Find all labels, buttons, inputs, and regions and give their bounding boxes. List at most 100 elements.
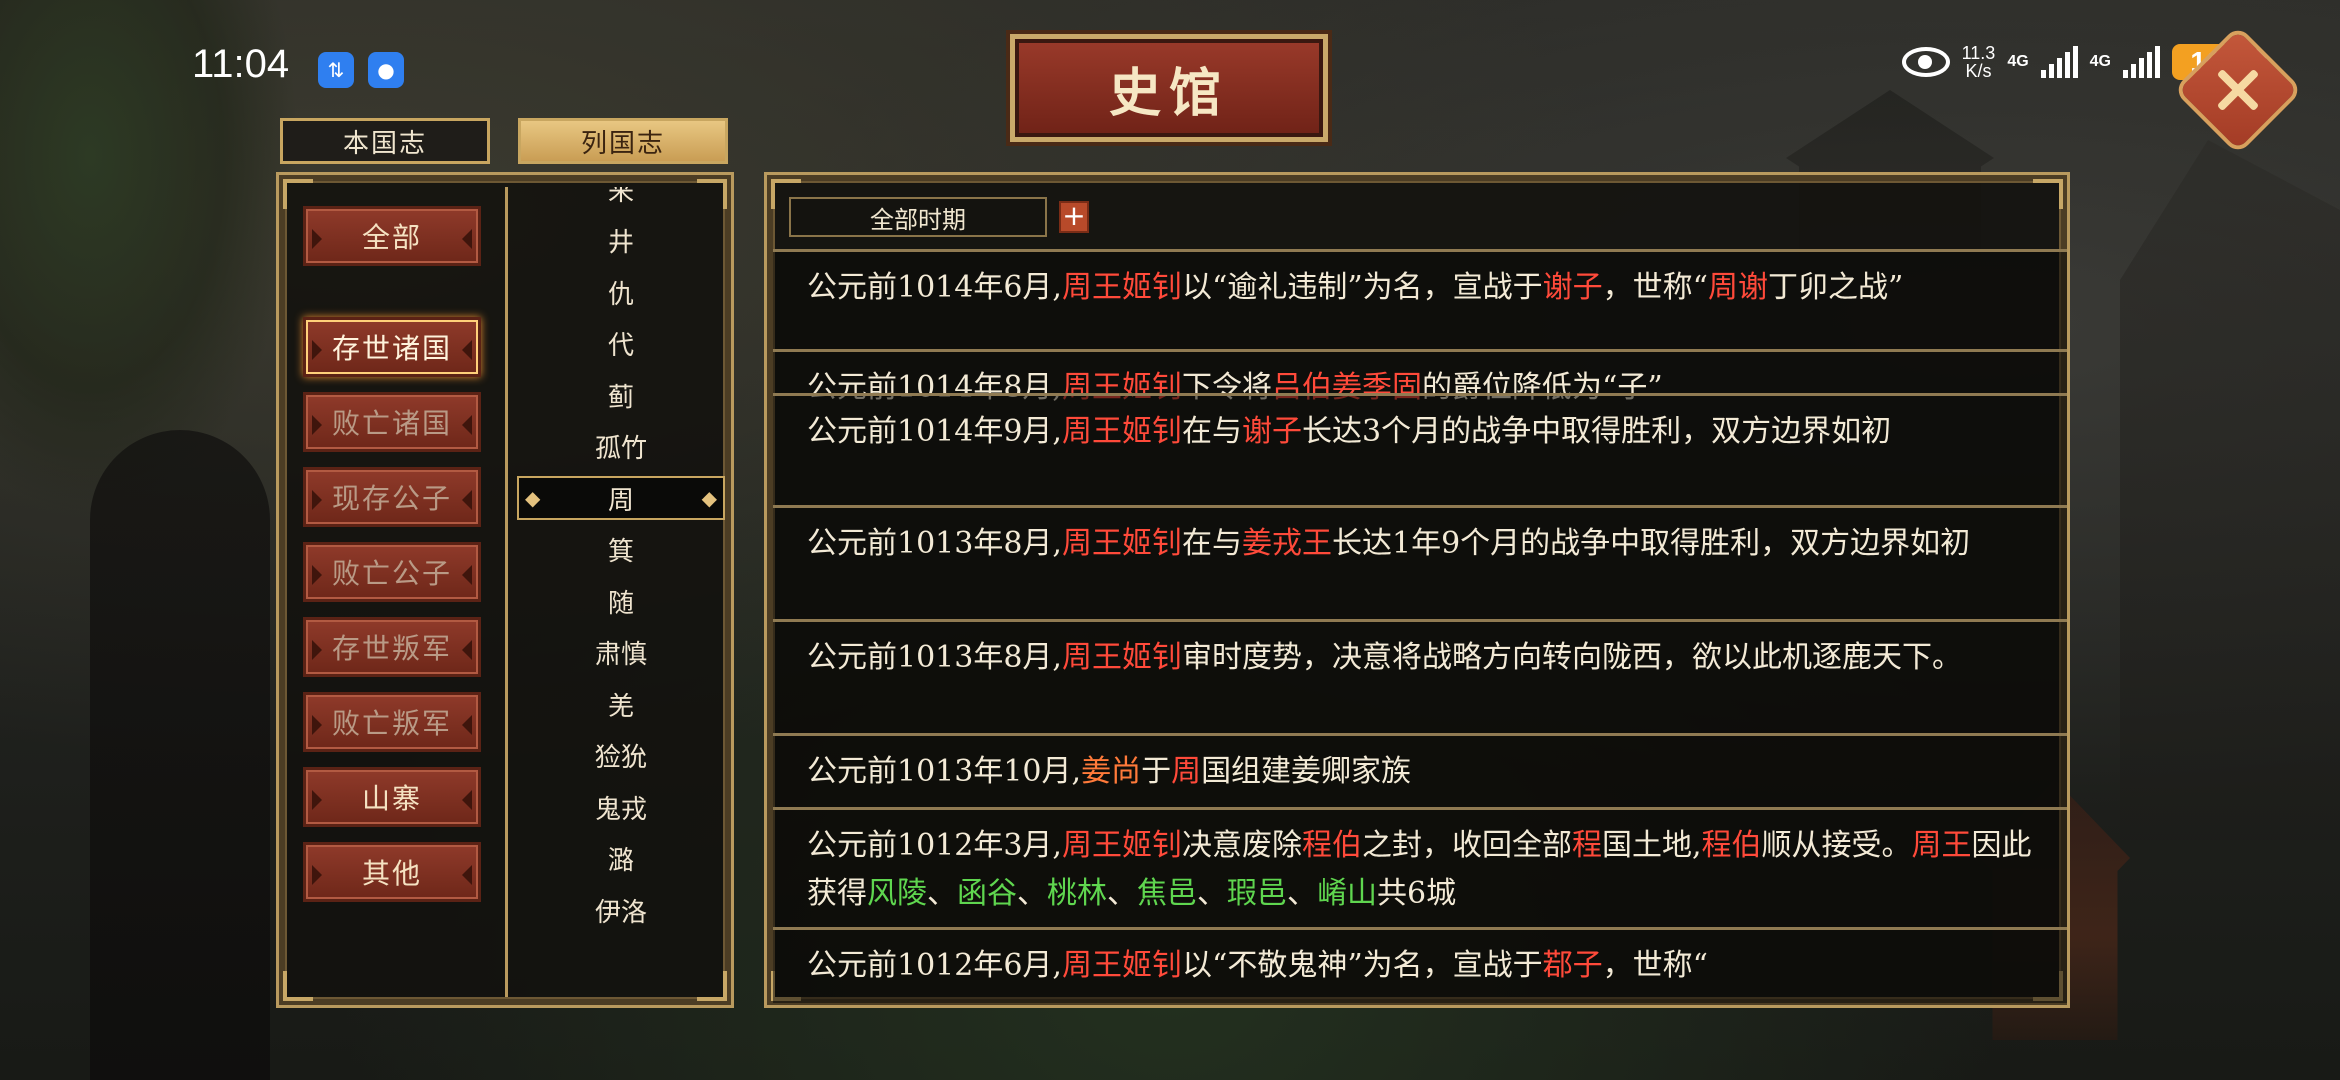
event-highlight: 周王 [1061, 828, 1122, 863]
signal-icon-2 [2123, 46, 2160, 78]
background-figure [90, 430, 270, 1080]
event-highlight: 瑕邑 [1227, 876, 1287, 911]
state-item[interactable]: 羌 [511, 682, 731, 726]
event-highlight: 谢子 [1241, 414, 1302, 449]
period-filter-dropdown[interactable]: 全部时期 [789, 197, 1047, 237]
event-highlight: 谢子 [1542, 270, 1603, 305]
category-button[interactable]: 现存公子 [303, 467, 481, 527]
event-highlight: 姜戎王 [1241, 526, 1332, 561]
history-event: 公元前1012年6月,周王姬钊以“不敬鬼神”为名，宣战于鄀子，世称“ [773, 927, 2067, 1003]
category-button[interactable]: 败亡公子 [303, 542, 481, 602]
event-text: 丁卯之战” [1768, 270, 1904, 305]
category-button[interactable]: 败亡诸国 [303, 392, 481, 452]
event-highlight: 姜尚 [1081, 754, 1142, 789]
event-text: 以“逾礼违制”为名，宣战于 [1181, 270, 1543, 305]
tab-lieguozhi[interactable]: 列国志 [518, 118, 728, 164]
state-item[interactable]: 箕 [511, 528, 731, 572]
event-text: ，世称“ [1602, 948, 1709, 983]
status-time: 11:04 [192, 42, 290, 86]
state-item[interactable]: 井 [511, 219, 731, 263]
panel-divider [505, 187, 508, 997]
category-button[interactable]: 存世诸国 [303, 317, 481, 377]
state-item[interactable]: 伊洛 [511, 888, 731, 932]
event-highlight: 周 [1171, 754, 1202, 789]
history-event: 公元前1013年8月,周王姬钊在与姜戎王长达1年9个月的战争中取得胜利，双方边界… [773, 505, 2067, 619]
background-mountain [2120, 140, 2340, 840]
page-title: 史馆 [1108, 62, 1229, 124]
corner-ornament [283, 971, 313, 1001]
event-text: 国组建姜卿家族 [1201, 754, 1412, 789]
state-item[interactable]: 随 [511, 579, 731, 623]
event-text: 顺从接受。 [1761, 828, 1912, 863]
event-highlight: 周王 [1061, 526, 1122, 561]
event-highlight: 桃林 [1047, 876, 1107, 911]
event-text: 决意废除 [1181, 828, 1302, 863]
category-button[interactable]: 全部 [303, 206, 481, 266]
state-item[interactable]: 潞 [511, 837, 731, 881]
event-text: 公元前1012年3月, [807, 828, 1062, 863]
event-highlight: 姬钊 [1121, 640, 1182, 675]
event-highlight: 风陵 [867, 876, 927, 911]
corner-ornament [283, 179, 313, 209]
event-highlight: 崤山 [1317, 876, 1377, 911]
event-text: 以“不敬鬼神”为名，宣战于 [1181, 948, 1543, 983]
category-button[interactable]: 败亡叛军 [303, 692, 481, 752]
history-event: 公元前1014年8月,周王姬钊下令将吕伯姜季固的爵位降低为“子” [773, 349, 2067, 405]
event-highlight: 鄀子 [1542, 948, 1603, 983]
event-text: 之封，收回全部 [1361, 828, 1572, 863]
state-item[interactable]: 孤竹 [511, 425, 731, 469]
event-text: 公元前1012年6月, [807, 948, 1062, 983]
event-highlight: 焦邑 [1137, 876, 1197, 911]
event-highlight: 周王 [1061, 414, 1122, 449]
event-text: 、 [1107, 876, 1137, 911]
event-text: 在与 [1181, 526, 1242, 561]
event-highlight: 周王 [1061, 948, 1122, 983]
state-item[interactable]: 来 [511, 187, 731, 211]
category-button[interactable]: 其他 [303, 842, 481, 902]
left-panel: 全部存世诸国败亡诸国现存公子败亡公子存世叛军败亡叛军山寨其他 来井仇代蓟孤竹周箕… [276, 172, 734, 1008]
state-list[interactable]: 来井仇代蓟孤竹周箕随肃慎羌猃狁鬼戎潞伊洛 [511, 187, 731, 997]
state-item[interactable]: 猃狁 [511, 734, 731, 778]
event-text: 公元前1014年9月, [807, 414, 1062, 449]
history-panel: 全部时期 + 公元前1014年6月,周王姬钊以“逾礼违制”为名，宣战于谢子，世称… [764, 172, 2070, 1008]
event-text: 、 [1017, 876, 1047, 911]
event-text: 长达3个月的战争中取得胜利，双方边界如初 [1301, 414, 1892, 449]
event-highlight: 姬钊 [1121, 526, 1182, 561]
period-expand-button[interactable]: + [1059, 201, 1089, 233]
event-text: 长达1年9个月的战争中取得胜利，双方边界如初 [1331, 526, 1971, 561]
eye-icon [1901, 47, 1950, 77]
history-event: 公元前1012年3月,周王姬钊决意废除程伯之封，收回全部程国土地,程伯顺从接受。… [773, 807, 2067, 927]
net-speed-value: 11.3 [1961, 43, 1996, 63]
state-item[interactable]: 仇 [511, 270, 731, 314]
category-button[interactable]: 山寨 [303, 767, 481, 827]
event-list[interactable]: 公元前1014年6月,周王姬钊以“逾礼违制”为名，宣战于谢子，世称“周谢丁卯之战… [773, 249, 2067, 1003]
history-event: 公元前1013年8月,周王姬钊审时度势，决意将战略方向转向陇西，欲以此机逐鹿天下… [773, 619, 2067, 733]
event-text: 共6城 [1377, 876, 1457, 911]
event-highlight: 周王 [1061, 270, 1122, 305]
tab-benguozhi[interactable]: 本国志 [280, 118, 490, 164]
event-text: 、 [1197, 876, 1227, 911]
event-text: 、 [927, 876, 957, 911]
event-highlight: 姬钊 [1121, 948, 1182, 983]
event-text: 公元前1014年6月, [807, 270, 1062, 305]
net-speed: 11.3 K/s [1962, 44, 1996, 80]
state-item-selected[interactable]: 周 [517, 476, 725, 520]
net-speed-unit: K/s [1965, 61, 1992, 81]
signal-icon [2040, 46, 2078, 78]
message-icon: ● [368, 52, 404, 88]
event-highlight: 姬钊 [1121, 828, 1182, 863]
event-text: 国土地, [1601, 828, 1702, 863]
corner-ornament [2033, 179, 2063, 209]
category-button[interactable]: 存世叛军 [303, 617, 481, 677]
event-highlight: 周王 [1061, 640, 1122, 675]
event-text: 公元前1013年8月, [807, 640, 1062, 675]
data-transfer-icon: ⇅ [318, 52, 354, 88]
event-text: 公元前1013年10月, [807, 754, 1082, 789]
state-item[interactable]: 蓟 [511, 373, 731, 417]
state-item[interactable]: 代 [511, 322, 731, 366]
history-event: 公元前1013年10月,姜尚于周国组建姜卿家族 [773, 733, 2067, 807]
event-text: ，世称“ [1602, 270, 1709, 305]
state-item[interactable]: 鬼戎 [511, 785, 731, 829]
event-text: 于 [1141, 754, 1172, 789]
state-item[interactable]: 肃慎 [511, 631, 731, 675]
